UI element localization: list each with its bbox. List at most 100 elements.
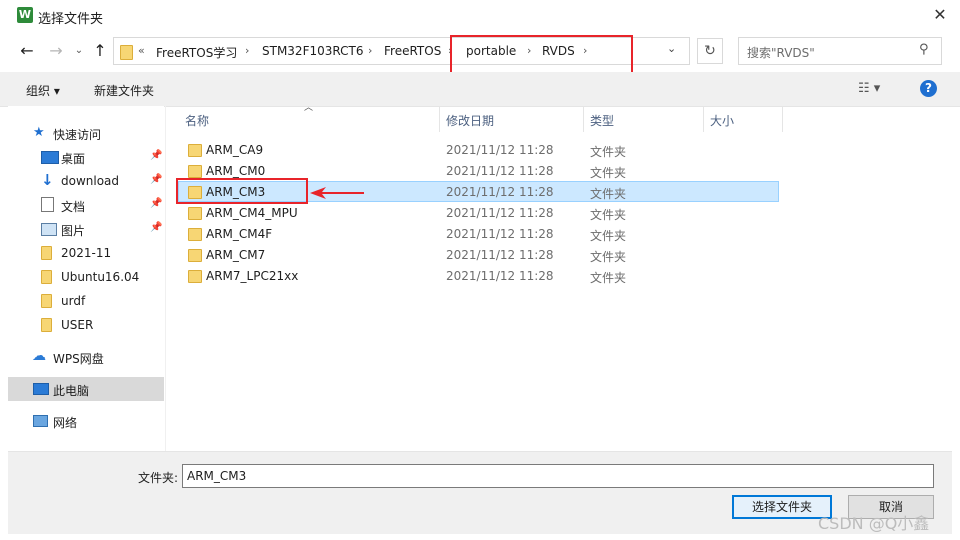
network-icon (33, 415, 48, 427)
annotation-box-selection (176, 178, 308, 204)
folder-icon (188, 144, 202, 157)
nav-item-network[interactable]: 网络 (8, 410, 164, 432)
nav-item-urdf[interactable]: urdf (8, 290, 164, 312)
bottom-pane: 文件夹: ARM_CM3 选择文件夹 取消 (8, 451, 952, 534)
nav-label: 快速访问 (53, 128, 102, 142)
app-icon: W (17, 7, 33, 23)
pin-icon[interactable]: 📌 (150, 198, 162, 209)
nav-label: 图片 (61, 224, 86, 238)
nav-item-user[interactable]: USER (8, 314, 164, 336)
pane-divider[interactable] (165, 106, 166, 451)
recent-dropdown-icon[interactable]: ⌄ (68, 40, 90, 62)
nav-label: 此电脑 (53, 384, 90, 398)
nav-label: Ubuntu16.04 (61, 270, 140, 284)
cloud-icon: ☁ (32, 348, 46, 364)
nav-item-desktop[interactable]: 桌面 📌 (8, 146, 164, 168)
window-title: 选择文件夹 (38, 12, 104, 27)
column-header-name[interactable]: 名称 (185, 112, 209, 129)
folder-icon (41, 246, 52, 260)
file-row[interactable]: ARM7_LPC21xx 2021/11/12 11:28 文件夹 (178, 265, 779, 286)
nav-label: USER (61, 318, 94, 332)
nav-label: 桌面 (61, 152, 86, 166)
filename-value: ARM_CM3 (187, 469, 247, 483)
nav-item-quick-access[interactable]: ★ 快速访问 (8, 122, 164, 144)
forward-button[interactable]: → (45, 40, 67, 62)
search-box[interactable]: 搜索"RVDS" ⚲ (738, 37, 942, 65)
file-row[interactable]: ARM_CA9 2021/11/12 11:28 文件夹 (178, 139, 779, 160)
help-icon[interactable]: ? (920, 80, 937, 97)
annotation-arrow-icon (310, 187, 364, 199)
file-date: 2021/11/12 11:28 (446, 185, 554, 199)
nav-item-pictures[interactable]: 图片 📌 (8, 218, 164, 240)
sort-ascending-icon: ︿ (304, 103, 314, 113)
close-icon[interactable]: ✕ (927, 3, 953, 27)
title-bar: W 选择文件夹 ✕ (0, 0, 960, 32)
file-date: 2021/11/12 11:28 (446, 227, 554, 241)
nav-item-download[interactable]: ↓ download 📌 (8, 170, 164, 192)
filename-label: 文件夹: (138, 471, 179, 485)
file-name: ARM7_LPC21xx (206, 269, 299, 283)
column-header-date[interactable]: 修改日期 (446, 112, 494, 129)
document-icon (41, 197, 54, 212)
column-divider[interactable] (583, 106, 584, 132)
organize-button[interactable]: 组织 ▾ (26, 82, 60, 99)
search-icon[interactable]: ⚲ (919, 42, 929, 57)
nav-item-this-pc[interactable]: 此电脑 (8, 377, 164, 401)
file-type: 文件夹 (590, 166, 627, 180)
nav-label: 文档 (61, 200, 86, 214)
column-header-type[interactable]: 类型 (590, 112, 614, 129)
nav-label: download (61, 174, 120, 188)
overflow-chevron[interactable]: « (138, 44, 145, 57)
folder-icon (188, 270, 202, 283)
select-folder-button[interactable]: 选择文件夹 (732, 495, 832, 519)
folder-icon (188, 165, 202, 178)
toolbar: 组织 ▾ 新建文件夹 ☷ ▾ ? (0, 72, 960, 107)
nav-item-2021-11[interactable]: 2021-11 (8, 242, 164, 264)
pin-icon[interactable]: 📌 (150, 174, 162, 185)
folder-icon (188, 249, 202, 262)
file-date: 2021/11/12 11:28 (446, 248, 554, 262)
file-row[interactable]: ARM_CM4_MPU 2021/11/12 11:28 文件夹 (178, 202, 779, 223)
watermark: CSDN @Q小鑫 (818, 514, 930, 533)
folder-icon (188, 228, 202, 241)
breadcrumb-freertos-study[interactable]: FreeRTOS学习 (156, 44, 237, 61)
file-type: 文件夹 (590, 250, 627, 264)
breadcrumb-freertos[interactable]: FreeRTOS (384, 44, 441, 58)
column-header-size[interactable]: 大小 (710, 112, 734, 129)
search-input[interactable]: 搜索"RVDS" (747, 44, 815, 61)
column-divider[interactable] (782, 106, 783, 132)
computer-icon (33, 383, 49, 395)
nav-item-ubuntu[interactable]: Ubuntu16.04 (8, 266, 164, 288)
column-divider[interactable] (703, 106, 704, 132)
file-type: 文件夹 (590, 271, 627, 285)
view-options-icon[interactable]: ☷ ▾ (858, 81, 880, 96)
file-row[interactable]: ARM_CM4F 2021/11/12 11:28 文件夹 (178, 223, 779, 244)
file-row[interactable]: ARM_CM7 2021/11/12 11:28 文件夹 (178, 244, 779, 265)
up-button[interactable]: ↑ (89, 40, 111, 62)
file-date: 2021/11/12 11:28 (446, 143, 554, 157)
file-type: 文件夹 (590, 229, 627, 243)
star-icon: ★ (33, 125, 45, 140)
breadcrumb-stm32[interactable]: STM32F103RCT6 (262, 44, 363, 58)
file-type: 文件夹 (590, 208, 627, 222)
nav-item-documents[interactable]: 文档 📌 (8, 194, 164, 216)
file-date: 2021/11/12 11:28 (446, 164, 554, 178)
folder-icon (41, 270, 52, 284)
filename-input[interactable]: ARM_CM3 (182, 464, 934, 488)
pin-icon[interactable]: 📌 (150, 150, 162, 161)
column-divider[interactable] (439, 106, 440, 132)
nav-label: 网络 (53, 416, 78, 430)
picture-icon (41, 223, 57, 236)
back-button[interactable]: ← (16, 40, 38, 62)
file-name: ARM_CA9 (206, 143, 264, 157)
file-name: ARM_CM4F (206, 227, 273, 241)
nav-label: WPS网盘 (53, 352, 104, 366)
chevron-down-icon[interactable]: ⌄ (667, 42, 676, 55)
new-folder-button[interactable]: 新建文件夹 (94, 82, 154, 99)
download-icon: ↓ (41, 171, 54, 189)
chevron-right-icon: › (368, 44, 373, 57)
refresh-button[interactable]: ↻ (697, 38, 723, 64)
navigation-pane: ★ 快速访问 桌面 📌 ↓ download 📌 文档 📌 图片 📌 2021-… (8, 106, 164, 450)
nav-item-wps-cloud[interactable]: ☁ WPS网盘 (8, 346, 164, 368)
pin-icon[interactable]: 📌 (150, 222, 162, 233)
